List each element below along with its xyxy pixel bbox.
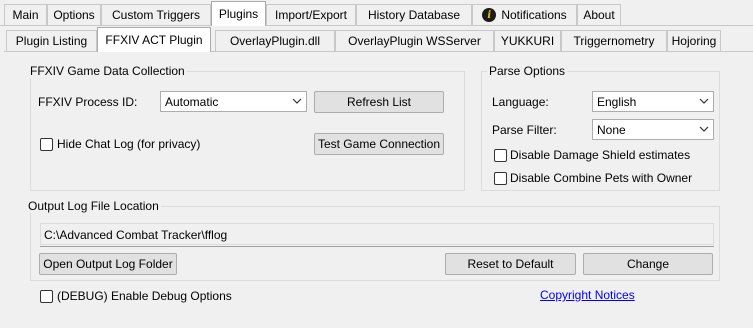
tab-overlayplugin-wsserver[interactable]: OverlayPlugin WSServer bbox=[335, 30, 494, 51]
chevron-down-icon bbox=[699, 98, 709, 104]
parse-filter-select[interactable]: None bbox=[592, 119, 714, 140]
tab-plugin-listing[interactable]: Plugin Listing bbox=[6, 30, 97, 51]
language-value: English bbox=[597, 95, 637, 109]
tab-triggernometry[interactable]: Triggernometry bbox=[561, 30, 667, 51]
tab-overlayplugin-dll[interactable]: OverlayPlugin.dll bbox=[215, 30, 335, 51]
tab-hojoring[interactable]: Hojoring bbox=[667, 30, 721, 51]
tab-import-export[interactable]: Import/Export bbox=[266, 4, 356, 25]
chevron-down-icon bbox=[699, 126, 709, 132]
debug-options-label: (DEBUG) Enable Debug Options bbox=[57, 289, 232, 303]
tab-ffxiv-act-plugin[interactable]: FFXIV ACT Plugin bbox=[97, 27, 211, 52]
tab-label: Options bbox=[53, 8, 95, 22]
process-id-select[interactable]: Automatic bbox=[160, 91, 307, 112]
open-output-folder-button[interactable]: Open Output Log Folder bbox=[39, 253, 177, 275]
language-label: Language: bbox=[492, 95, 549, 109]
tab-about[interactable]: About bbox=[577, 4, 621, 25]
tab-custom-triggers[interactable]: Custom Triggers bbox=[101, 4, 211, 25]
output-log-path-field[interactable]: C:\Advanced Combat Tracker\fflog bbox=[40, 223, 714, 245]
refresh-list-button[interactable]: Refresh List bbox=[314, 91, 444, 113]
tab-label: About bbox=[583, 8, 615, 22]
disable-combine-label: Disable Combine Pets with Owner bbox=[510, 171, 693, 185]
process-id-value: Automatic bbox=[165, 95, 219, 109]
disable-combine-checkbox[interactable] bbox=[494, 172, 507, 185]
tab-yukkuri[interactable]: YUKKURI bbox=[494, 30, 561, 51]
parse-filter-value: None bbox=[597, 123, 626, 137]
process-id-label: FFXIV Process ID: bbox=[38, 95, 138, 109]
disable-shield-checkbox[interactable] bbox=[494, 149, 507, 162]
info-icon: i bbox=[482, 8, 497, 22]
hide-chat-label: Hide Chat Log (for privacy) bbox=[57, 137, 201, 151]
tab-notifications[interactable]: i Notifications bbox=[472, 4, 577, 25]
reset-to-default-button[interactable]: Reset to Default bbox=[445, 253, 576, 275]
chevron-down-icon bbox=[292, 98, 302, 104]
tab-label: FFXIV ACT Plugin bbox=[105, 33, 203, 47]
top-tab-divider bbox=[0, 25, 753, 26]
hide-chat-checkbox[interactable] bbox=[40, 138, 53, 151]
tab-label: Plugin Listing bbox=[15, 34, 88, 48]
parse-filter-label: Parse Filter: bbox=[492, 123, 557, 137]
tab-label: Main bbox=[12, 8, 39, 22]
output-log-title: Output Log File Location bbox=[26, 199, 161, 213]
parse-options-title: Parse Options bbox=[487, 64, 568, 78]
tab-label: Notifications bbox=[501, 8, 567, 22]
tab-label: History Database bbox=[367, 8, 461, 22]
tab-label: OverlayPlugin.dll bbox=[229, 34, 321, 48]
game-data-group bbox=[30, 71, 465, 191]
output-log-path-value: C:\Advanced Combat Tracker\fflog bbox=[44, 228, 228, 242]
tab-label: Plugins bbox=[218, 7, 259, 21]
tab-label: YUKKURI bbox=[500, 34, 555, 48]
tab-plugins[interactable]: Plugins bbox=[211, 1, 266, 26]
tab-options[interactable]: Options bbox=[47, 4, 101, 25]
game-data-title: FFXIV Game Data Collection bbox=[28, 64, 187, 78]
tab-label: Hojoring bbox=[671, 34, 717, 48]
tab-label: OverlayPlugin WSServer bbox=[348, 34, 481, 48]
change-button[interactable]: Change bbox=[583, 253, 713, 275]
tab-history-database[interactable]: History Database bbox=[356, 4, 472, 25]
debug-options-checkbox[interactable] bbox=[40, 290, 53, 303]
copyright-notices-link[interactable]: Copyright Notices bbox=[540, 288, 635, 302]
tab-label: Triggernometry bbox=[573, 34, 655, 48]
path-underline bbox=[40, 246, 714, 247]
language-select[interactable]: English bbox=[592, 91, 714, 112]
tab-label: Custom Triggers bbox=[111, 8, 201, 22]
test-connection-button[interactable]: Test Game Connection bbox=[314, 133, 444, 155]
tab-main[interactable]: Main bbox=[4, 4, 47, 25]
disable-shield-label: Disable Damage Shield estimates bbox=[510, 148, 691, 162]
tab-label: Import/Export bbox=[274, 8, 348, 22]
